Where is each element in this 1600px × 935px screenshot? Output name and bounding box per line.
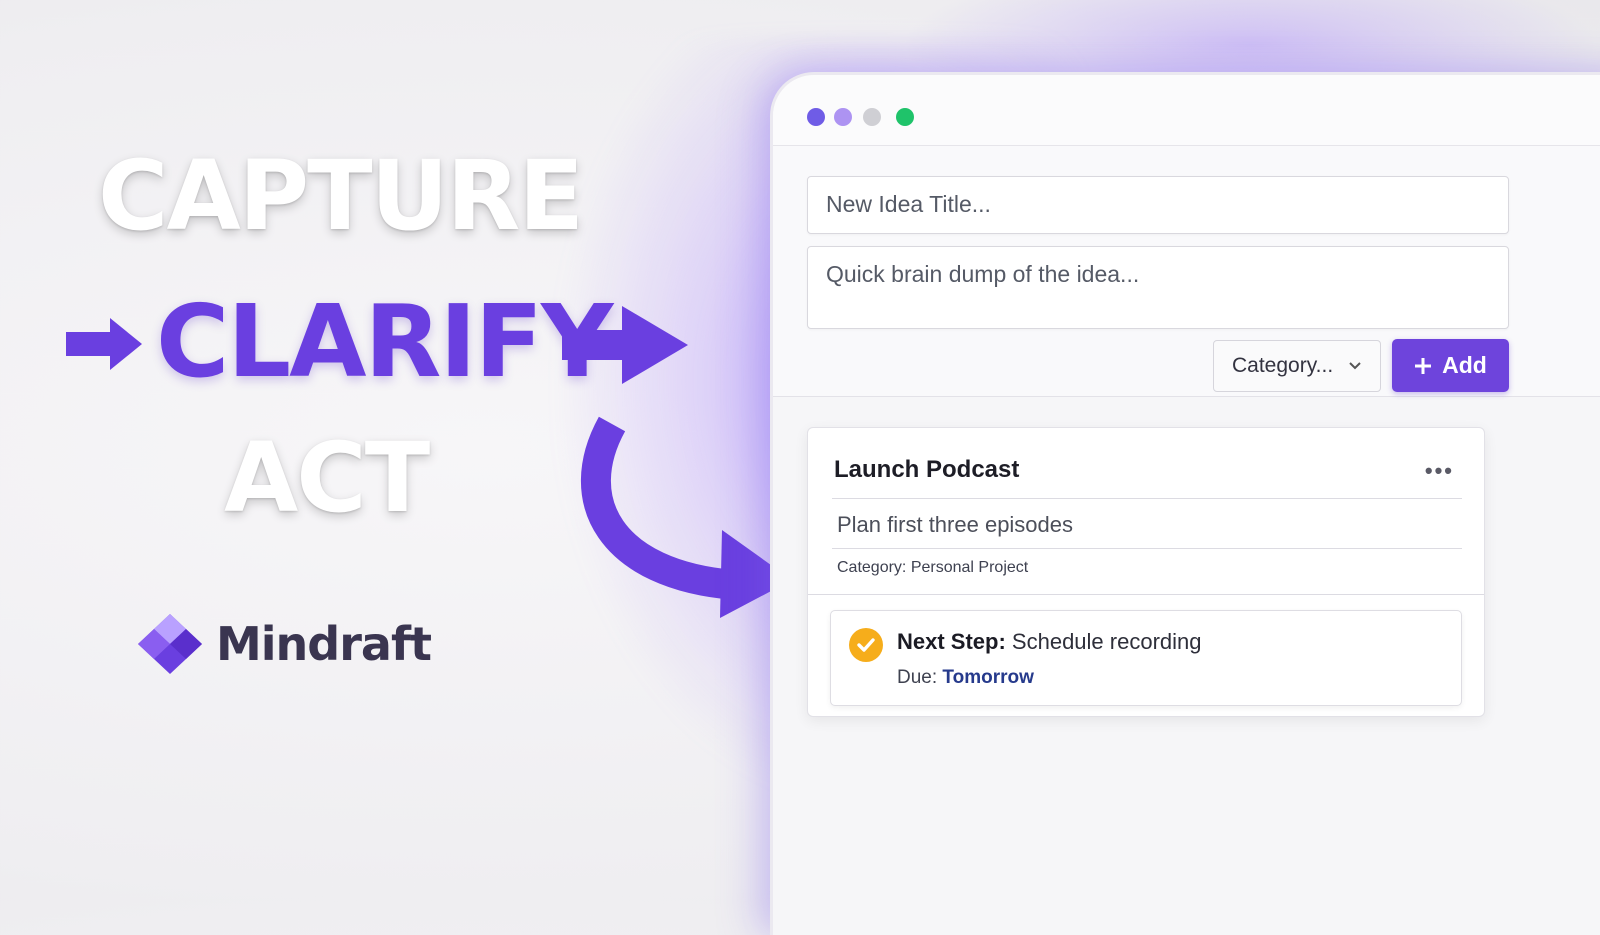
new-idea-form: New Idea Title... Quick brain dump of th… [773, 146, 1600, 397]
idea-card-title: Launch Podcast [834, 456, 1020, 483]
add-button[interactable]: Add [1392, 339, 1509, 392]
chevron-down-icon [1349, 362, 1361, 370]
window-dot-green[interactable] [896, 108, 914, 126]
idea-description-input[interactable]: Quick brain dump of the idea... [807, 246, 1509, 329]
diamond-logo-icon [138, 614, 202, 674]
headline-clarify: CLARIFY [156, 283, 613, 400]
due-text: Due: Tomorrow [897, 667, 1034, 689]
divider [832, 548, 1462, 549]
more-options-icon[interactable]: ••• [1425, 458, 1454, 484]
divider [808, 594, 1484, 595]
due-value: Tomorrow [942, 667, 1034, 688]
add-button-label: Add [1442, 352, 1487, 378]
plus-icon [1415, 357, 1432, 374]
category-value: Personal Project [910, 559, 1029, 576]
window-dot-lavender[interactable] [834, 108, 852, 126]
idea-card-description: Plan first three episodes [837, 512, 1074, 537]
idea-card[interactable]: Launch Podcast ••• Plan first three epis… [807, 427, 1485, 717]
next-step-label: Next Step: [897, 629, 1006, 654]
next-step-box[interactable]: Next Step: Schedule recording Due: Tomor… [830, 610, 1462, 706]
due-label: Due: [897, 667, 938, 688]
headline-act: ACT [224, 422, 430, 534]
window-titlebar [773, 75, 1600, 146]
idea-card-category: Category: Personal Project [837, 559, 1028, 577]
headline-capture: CAPTURE [98, 140, 584, 252]
window-dot-purple[interactable] [807, 108, 825, 126]
app-window: New Idea Title... Quick brain dump of th… [770, 72, 1600, 935]
checkmark-icon[interactable] [849, 628, 883, 662]
brand-logo: Mindraft [136, 612, 432, 676]
arrow-left-icon [66, 318, 142, 370]
category-label: Category: [837, 559, 907, 576]
idea-title-input[interactable]: New Idea Title... [807, 176, 1509, 234]
window-dot-gray[interactable] [863, 108, 881, 126]
category-select[interactable]: Category... [1213, 340, 1381, 392]
next-step-text: Next Step: Schedule recording [897, 629, 1202, 655]
divider [832, 498, 1462, 499]
next-step-value: Schedule recording [1011, 629, 1202, 654]
category-select-label: Category... [1232, 354, 1334, 377]
brand-name: Mindraft [216, 617, 432, 671]
